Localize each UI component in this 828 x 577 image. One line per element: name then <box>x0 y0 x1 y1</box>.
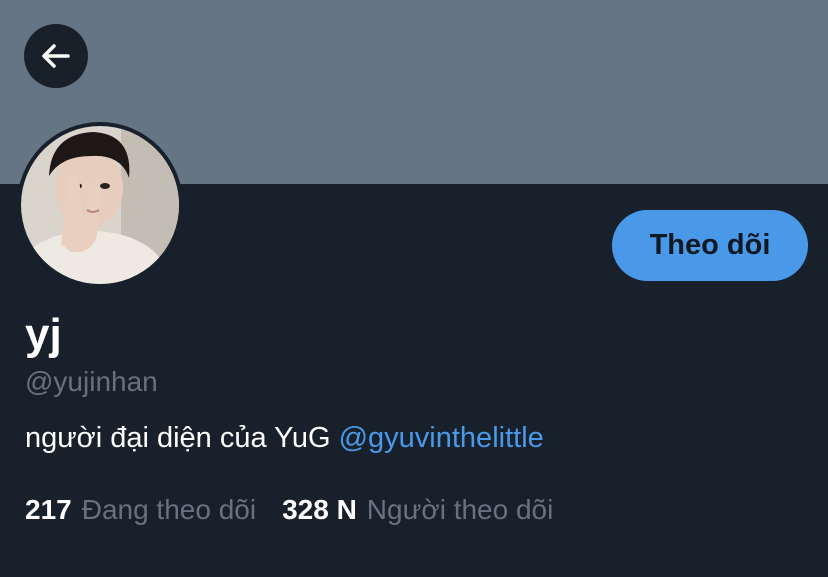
avatar-image <box>21 126 179 284</box>
user-handle: @yujinhan <box>25 366 158 397</box>
bio-mention-link[interactable]: @gyuvinthelittle <box>339 422 544 454</box>
followers-stat[interactable]: 328 N Người theo dõi <box>282 492 553 528</box>
followers-count: 328 N <box>282 494 357 525</box>
follow-button[interactable]: Theo dõi <box>612 210 808 281</box>
bio-text: người đại diện của YuG <box>25 422 339 454</box>
followers-label: Người theo dõi <box>366 494 554 525</box>
following-count: 217 <box>25 494 72 525</box>
profile-stats: 217 Đang theo dõi 328 N Người theo dõi <box>25 492 553 528</box>
following-stat[interactable]: 217 Đang theo dõi <box>25 492 256 528</box>
profile-bio: người đại diện của YuG @gyuvinthelittle <box>25 420 544 456</box>
arrow-left-icon <box>42 44 70 68</box>
following-label: Đang theo dõi <box>81 494 257 525</box>
display-name: yj <box>25 310 62 359</box>
avatar[interactable] <box>17 122 183 288</box>
back-button[interactable] <box>24 24 88 88</box>
